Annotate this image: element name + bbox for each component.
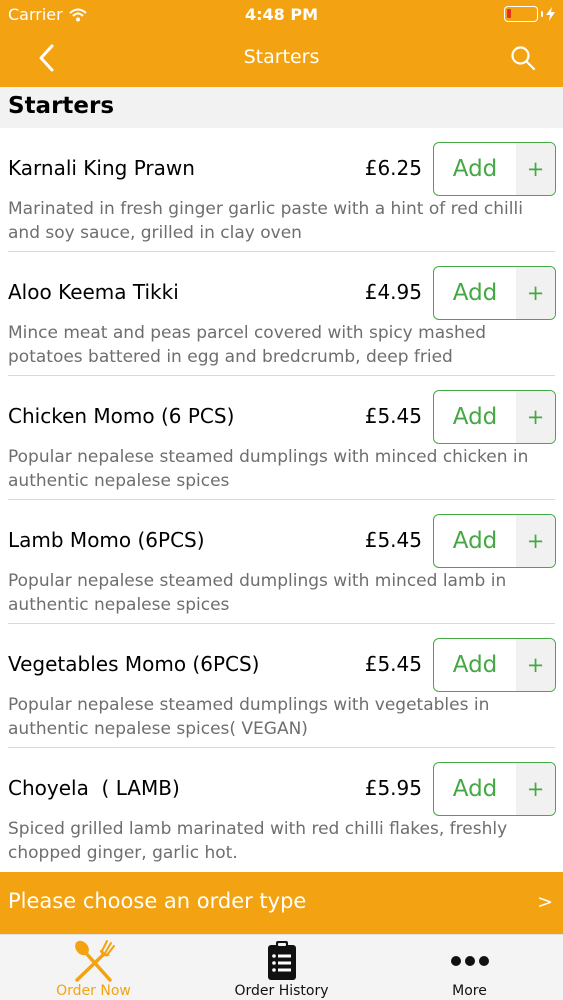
item-price: £6.25 (364, 156, 422, 180)
menu-item: Karnali King Prawn £6.25 Add + Marinated… (0, 128, 563, 252)
item-price: £5.45 (364, 652, 422, 676)
tab-label: More (452, 983, 487, 999)
top-bar: Carrier 4:48 PM Starters (0, 0, 563, 87)
menu-item: Choyela ( LAMB) £5.95 Add + Spiced grill… (0, 748, 563, 872)
plus-icon: + (516, 639, 555, 691)
item-name: Chicken Momo (6 PCS) (8, 404, 235, 428)
item-price: £4.95 (364, 280, 422, 304)
item-description: Popular nepalese steamed dumplings with … (8, 571, 507, 615)
plus-icon: + (516, 515, 555, 567)
clipboard-list-icon (267, 941, 296, 980)
item-price: £5.45 (364, 404, 422, 428)
item-name: Choyela ( LAMB) (8, 776, 180, 800)
status-time: 4:48 PM (244, 5, 318, 24)
plus-icon: + (516, 391, 555, 443)
tab-label: Order History (234, 983, 329, 999)
tab-order-history[interactable]: Order History (188, 935, 375, 1000)
more-dots-icon (450, 956, 489, 966)
battery-icon (504, 6, 555, 22)
charging-bolt-icon (546, 7, 555, 21)
item-price: £5.95 (364, 776, 422, 800)
item-name: Aloo Keema Tikki (8, 280, 179, 304)
add-button[interactable]: Add + (433, 390, 556, 444)
item-name: Lamb Momo (6PCS) (8, 528, 205, 552)
menu-item: Lamb Momo (6PCS) £5.45 Add + Popular nep… (0, 500, 563, 624)
item-description: Mince meat and peas parcel covered with … (8, 323, 487, 367)
add-label: Add (452, 156, 498, 182)
item-description: Marinated in fresh ginger garlic paste w… (8, 199, 523, 243)
menu-item: Aloo Keema Tikki £4.95 Add + Mince meat … (0, 252, 563, 376)
item-description: Popular nepalese steamed dumplings with … (8, 447, 529, 491)
menu-list: Karnali King Prawn £6.25 Add + Marinated… (0, 128, 563, 872)
order-type-label: Please choose an order type (8, 889, 307, 913)
add-label: Add (452, 652, 498, 678)
item-price: £5.45 (364, 528, 422, 552)
item-description: Spiced grilled lamb marinated with red c… (8, 819, 508, 863)
chevron-right-icon: > (537, 891, 553, 913)
add-label: Add (452, 404, 498, 430)
nav-bar: Starters (0, 30, 563, 87)
add-label: Add (452, 280, 498, 306)
add-button[interactable]: Add + (433, 142, 556, 196)
add-label: Add (452, 776, 498, 802)
tab-more[interactable]: More (376, 935, 563, 1000)
add-button[interactable]: Add + (433, 514, 556, 568)
plus-icon: + (516, 267, 555, 319)
tab-order-now[interactable]: Order Now (0, 935, 187, 1000)
fork-spoon-icon (74, 940, 115, 982)
section-title: Starters (8, 93, 115, 119)
item-description: Popular nepalese steamed dumplings with … (8, 695, 490, 739)
add-button[interactable]: Add + (433, 638, 556, 692)
menu-item: Vegetables Momo (6PCS) £5.45 Add + Popul… (0, 624, 563, 748)
add-label: Add (452, 528, 498, 554)
search-button[interactable] (507, 42, 539, 74)
add-button[interactable]: Add + (433, 266, 556, 320)
search-icon (511, 46, 536, 71)
menu-item: Chicken Momo (6 PCS) £5.45 Add + Popular… (0, 376, 563, 500)
item-name: Karnali King Prawn (8, 156, 195, 180)
nav-title: Starters (243, 46, 320, 68)
order-type-bar[interactable]: Please choose an order type > (0, 872, 563, 934)
plus-icon: + (516, 763, 555, 815)
tab-bar: Order Now Order History More (0, 934, 563, 1000)
plus-icon: + (516, 143, 555, 195)
add-button[interactable]: Add + (433, 762, 556, 816)
section-header: Starters (0, 87, 563, 128)
status-bar: Carrier 4:48 PM (0, 0, 563, 30)
tab-label: Order Now (56, 983, 131, 999)
item-name: Vegetables Momo (6PCS) (8, 652, 260, 676)
